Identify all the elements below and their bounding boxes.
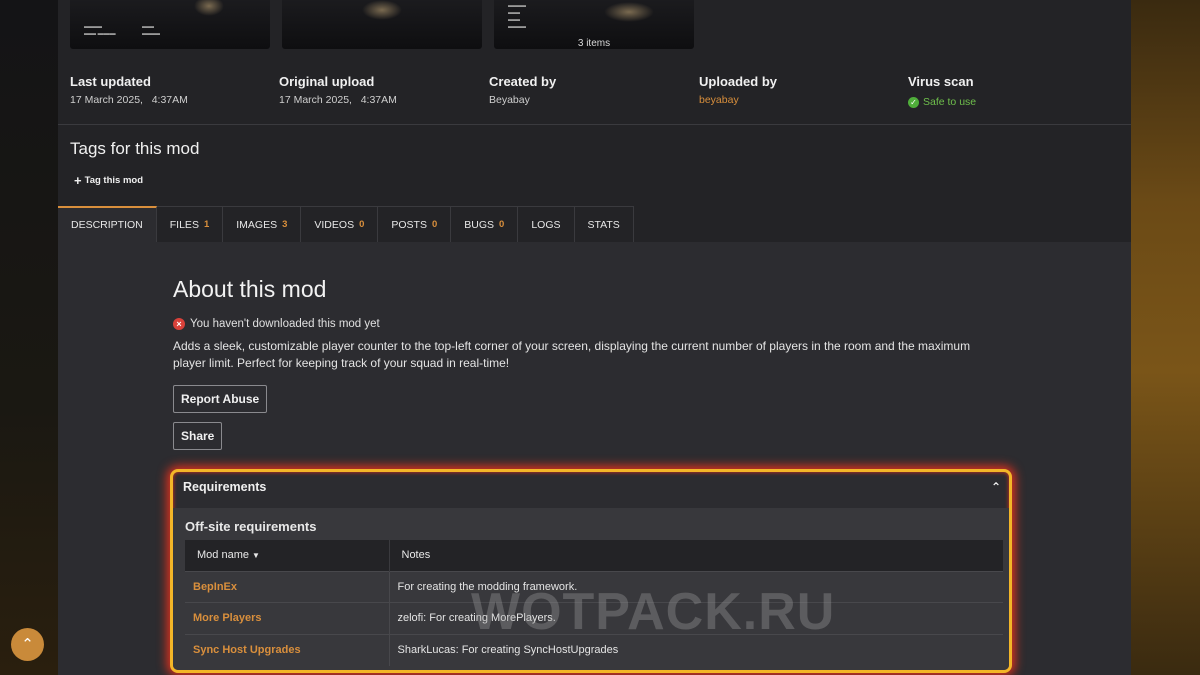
tab-label: LOGS (531, 218, 561, 231)
gallery-thumbnail[interactable] (282, 0, 482, 49)
column-label: Notes (401, 549, 431, 562)
tab-count: 3 (282, 219, 288, 230)
report-abuse-button[interactable]: Report Abuse (173, 385, 268, 413)
tab-images[interactable]: IMAGES 3 (223, 206, 302, 242)
notes-cell: SharkLucas: For creating SyncHostUpgrade… (389, 633, 1003, 666)
tab-count: 1 (203, 219, 210, 230)
table-row: More Players zelofi: For creating MorePl… (185, 602, 1003, 634)
requirements-table: Mod name ▼ Notes BepInEx For creating the… (185, 540, 1003, 666)
chevron-up-icon: ⌃ (21, 636, 34, 653)
mod-name-cell: Sync Host Upgrades (185, 633, 390, 666)
mod-link[interactable]: BepInEx (193, 581, 237, 593)
tag-this-mod-button[interactable]: + Tag this mod (74, 172, 143, 188)
virus-scan-label: Virus scan (908, 74, 974, 89)
uploaded-by-label: Uploaded by (699, 74, 778, 89)
table-header-row: Mod name ▼ Notes (185, 540, 1003, 571)
tab-logs[interactable]: LOGS (518, 206, 575, 242)
tags-title: Tags for this mod (70, 139, 200, 158)
gallery-thumbnail[interactable]: ▬▬▬ ▬▬ ▬▬ ▬▬▬ 3 items (494, 0, 694, 49)
chevron-down-icon: ▼ (251, 551, 260, 561)
about-section: About this mod × You haven't downloaded … (173, 276, 1003, 372)
last-updated-label: Last updated (70, 74, 151, 89)
mod-description: Adds a sleek, customizable player counte… (173, 339, 971, 370)
original-upload-label: Original upload (279, 74, 375, 89)
tab-label: STATS (587, 218, 620, 231)
column-label: Mod name (197, 549, 249, 562)
mod-tabs: DESCRIPTION FILES 1 IMAGES 3 VIDEOS 0 PO… (58, 206, 634, 242)
created-by-value: Beyabay (489, 94, 530, 106)
created-by-label: Created by (489, 74, 557, 89)
tab-count: 0 (431, 219, 438, 230)
chevron-up-icon[interactable]: ⌃ (991, 480, 1001, 494)
download-warning-text: You haven't downloaded this mod yet (190, 318, 380, 330)
mod-page-panel: ▬▬▬ ▬▬ ▬▬▬ ▬▬ ▬▬▬ ▬▬▬ ▬▬ ▬▬ ▬▬▬ 3 items Last … (58, 0, 1131, 675)
table-row: BepInEx For creating the modding framewo… (185, 570, 1003, 603)
virus-scan-status[interactable]: ✓ Safe to use (908, 96, 976, 108)
offsite-requirements-title: Off-site requirements (185, 519, 317, 534)
divider (58, 124, 1131, 125)
original-upload-value: 17 March 2025, 4:37AM (279, 94, 397, 106)
error-circle-icon: × (173, 318, 185, 330)
check-circle-icon: ✓ (908, 96, 919, 108)
scroll-to-top-button[interactable]: ⌃ (11, 628, 44, 661)
tab-count: 0 (359, 219, 365, 230)
column-header-mod-name[interactable]: Mod name ▼ (185, 540, 390, 571)
tab-label: IMAGES (236, 218, 278, 231)
plus-icon: + (74, 172, 82, 188)
mod-link[interactable]: Sync Host Upgrades (193, 644, 301, 656)
uploaded-by: Uploaded by beyabay (699, 74, 777, 106)
tab-files[interactable]: FILES 1 (156, 206, 224, 242)
about-title: About this mod (173, 276, 327, 302)
page-background-right (1130, 0, 1200, 675)
uploaded-by-link[interactable]: beyabay (699, 94, 777, 106)
tab-description[interactable]: DESCRIPTION (58, 206, 157, 242)
mod-name-cell: BepInEx (185, 570, 390, 603)
mod-header: ▬▬▬ ▬▬ ▬▬▬ ▬▬ ▬▬▬ ▬▬▬ ▬▬ ▬▬ ▬▬▬ 3 items Last … (58, 0, 1131, 242)
download-warning: × You haven't downloaded this mod yet (173, 318, 1003, 330)
tab-label: DESCRIPTION (71, 219, 143, 231)
requirements-title: Requirements (183, 480, 267, 494)
last-updated: Last updated 17 March 2025, 4:37AM (70, 74, 188, 106)
share-button[interactable]: Share (173, 422, 223, 450)
tab-videos[interactable]: VIDEOS 0 (301, 206, 379, 242)
tab-label: FILES (169, 218, 199, 231)
tab-bugs[interactable]: BUGS 0 (451, 206, 519, 242)
notes-cell: zelofi: For creating MorePlayers. (389, 602, 1003, 634)
gallery-thumbnail[interactable]: ▬▬▬ ▬▬ ▬▬▬ ▬▬ ▬▬▬ (70, 0, 270, 49)
requirements-panel: Requirements ⌃ Off-site requirements Mod… (170, 469, 1012, 673)
image-gallery: ▬▬▬ ▬▬ ▬▬▬ ▬▬ ▬▬▬ ▬▬▬ ▬▬ ▬▬ ▬▬▬ 3 items (70, 0, 694, 49)
column-header-notes: Notes (389, 540, 1003, 571)
page-background-left (0, 0, 58, 675)
tab-label: VIDEOS (314, 218, 355, 231)
last-updated-value: 17 March 2025, 4:37AM (70, 94, 188, 106)
tag-button-label: Tag this mod (84, 175, 143, 186)
tab-posts[interactable]: POSTS 0 (378, 206, 452, 242)
tab-count: 0 (499, 219, 505, 230)
gallery-count: 3 items (577, 38, 611, 49)
requirements-header[interactable]: Requirements ⌃ (173, 472, 1009, 502)
created-by: Created by Beyabay (489, 74, 556, 106)
virus-scan-value: Safe to use (923, 96, 977, 108)
tab-stats[interactable]: STATS (574, 206, 634, 242)
table-row: Sync Host Upgrades SharkLucas: For creat… (185, 633, 1003, 666)
mod-link[interactable]: More Players (193, 612, 261, 624)
tab-label: POSTS (391, 218, 427, 231)
original-upload: Original upload 17 March 2025, 4:37AM (279, 74, 397, 106)
mod-name-cell: More Players (185, 602, 390, 634)
tab-label: BUGS (464, 218, 495, 231)
requirements-body: Off-site requirements Mod name ▼ Notes Be… (173, 508, 1009, 670)
notes-cell: For creating the modding framework. (389, 570, 1003, 603)
virus-scan: Virus scan ✓ Safe to use (908, 74, 976, 108)
mod-metadata: Last updated 17 March 2025, 4:37AM Origi… (70, 74, 1120, 114)
